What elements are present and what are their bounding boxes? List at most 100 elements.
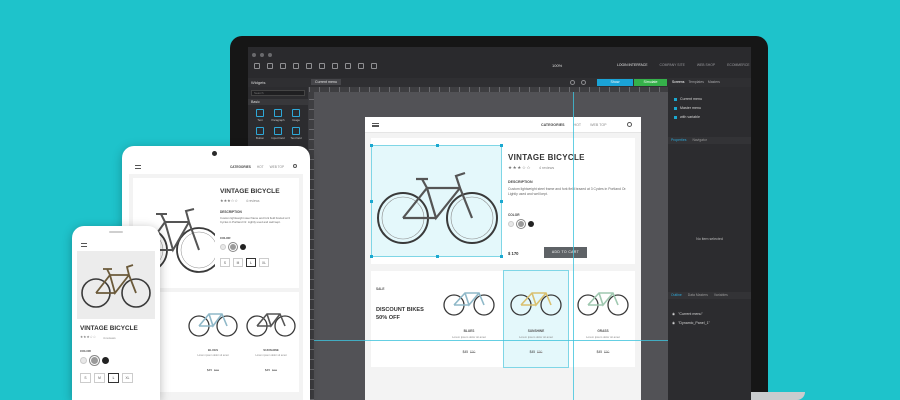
nav-categories[interactable]: CATEGORIES — [230, 165, 251, 169]
product-price: $45 $90 — [504, 350, 568, 354]
search-icon[interactable] — [570, 80, 575, 85]
search-icon[interactable] — [293, 164, 297, 168]
widget-text-field[interactable]: Text field — [287, 127, 305, 140]
selection-handle[interactable] — [500, 255, 503, 258]
nav-web-top[interactable]: WEB TOP — [270, 165, 285, 169]
color-swatch-grey[interactable] — [91, 357, 98, 364]
screen-item-with-variable[interactable]: with variable — [674, 115, 700, 119]
tab-properties[interactable]: Properties — [671, 137, 686, 144]
hamburger-icon[interactable] — [81, 243, 87, 247]
menu-company-site[interactable]: COMPANY SITE — [660, 63, 685, 67]
nav-hot[interactable]: HOT — [574, 123, 582, 127]
lock-icon[interactable] — [345, 63, 351, 69]
zoom-select[interactable]: 100% — [552, 63, 562, 68]
color-label: COLOR — [508, 213, 520, 217]
tab-current-menu[interactable]: Current menu — [311, 79, 341, 85]
outline-item[interactable]: ◉ "Current menu" — [672, 312, 703, 316]
hamburger-icon[interactable] — [135, 165, 141, 169]
link-icon[interactable] — [371, 63, 377, 69]
window-dot[interactable] — [252, 53, 256, 57]
widget-grid: Text Paragraph Image Button Input Field … — [251, 109, 305, 140]
tab-outline[interactable]: Outline — [671, 292, 682, 299]
screen-item-master-menu[interactable]: Master menu — [674, 106, 701, 110]
widget-image[interactable]: Image — [287, 109, 305, 122]
review-count[interactable]: 4 reviews — [539, 166, 554, 170]
simulate-button[interactable]: Simulate — [634, 79, 667, 86]
align-icon[interactable] — [319, 63, 325, 69]
hamburger-icon[interactable] — [372, 123, 379, 127]
copy-icon[interactable] — [293, 63, 299, 69]
screen-item-current-menu[interactable]: Current menu — [674, 97, 702, 101]
review-count[interactable]: 4 reviews — [246, 199, 259, 203]
size-l[interactable]: L — [108, 373, 119, 383]
size-xl[interactable]: XL — [122, 373, 133, 383]
widget-text[interactable]: Text — [251, 109, 269, 122]
window-dot[interactable] — [268, 53, 272, 57]
selection-handle[interactable] — [370, 144, 373, 147]
selection-handle[interactable] — [500, 144, 503, 147]
tab-masters[interactable]: Masters — [708, 80, 720, 84]
product-card-blues[interactable]: BLUES Lorem ipsum dolor sit amet $45 $90 — [437, 271, 501, 367]
selection-handle[interactable] — [500, 200, 503, 203]
button-icon — [256, 127, 264, 135]
size-m[interactable]: M — [233, 258, 243, 267]
undo-icon[interactable] — [254, 63, 260, 69]
redo-icon[interactable] — [267, 63, 273, 69]
selection-handle[interactable] — [370, 200, 373, 203]
size-s[interactable]: S — [80, 373, 91, 383]
review-count[interactable]: 4 reviews — [103, 336, 116, 340]
product-card-sunshine[interactable]: SUNSHINE Lorem ipsum dolor sit amet $45 $… — [503, 270, 569, 368]
widget-input-field[interactable]: Input Field — [269, 127, 287, 140]
widget-button[interactable]: Button — [251, 127, 269, 140]
product-card-grass[interactable]: GRASS Lorem ipsum dolor sit amet $45 $90 — [571, 271, 635, 367]
cut-icon[interactable] — [280, 63, 286, 69]
product-card-blues[interactable]: BLUES Lorem ipsum dolor sit amet $45 $90 — [185, 292, 241, 382]
product-card-sunshine[interactable]: SUNSHINE Lorem ipsum dolor sit amet $45 $… — [243, 292, 299, 382]
size-l[interactable]: L — [246, 258, 256, 267]
selection-handle[interactable] — [436, 144, 439, 147]
bicycle-image[interactable] — [77, 251, 155, 319]
nav-categories[interactable]: CATEGORIES — [541, 123, 565, 127]
widget-category[interactable]: Basic — [248, 99, 308, 105]
nav-web-top[interactable]: WEB TOP — [590, 123, 606, 127]
size-xl[interactable]: XL — [259, 258, 269, 267]
color-swatch-black[interactable] — [240, 244, 246, 250]
show-button[interactable]: Show — [597, 79, 633, 86]
bicycle-image[interactable] — [370, 144, 503, 258]
eye-icon[interactable]: ◉ — [672, 321, 675, 325]
comment-icon[interactable] — [581, 80, 586, 85]
widget-paragraph[interactable]: Paragraph — [269, 109, 287, 122]
color-swatch-light[interactable] — [220, 244, 226, 250]
color-swatch-black[interactable] — [102, 357, 109, 364]
color-swatch-grey[interactable] — [230, 244, 236, 250]
selection-handle[interactable] — [436, 255, 439, 258]
outline-item[interactable]: ◉ "Dynamic_Panel_1" — [672, 321, 710, 325]
paste-icon[interactable] — [306, 63, 312, 69]
tab-variables[interactable]: Variables — [714, 292, 728, 299]
eye-icon[interactable]: ◉ — [672, 312, 675, 316]
color-swatch-black[interactable] — [528, 221, 534, 227]
guide-line-horizontal[interactable] — [314, 340, 668, 341]
menu-web-shop[interactable]: WEB SHOP — [697, 63, 715, 67]
menu-login-interface[interactable]: LOGIN INTERFACE — [617, 63, 648, 67]
add-to-cart-button[interactable]: ADD TO CART — [544, 247, 587, 258]
nav-hot[interactable]: HOT — [257, 165, 264, 169]
color-swatch-light[interactable] — [80, 357, 87, 364]
group-icon[interactable] — [332, 63, 338, 69]
design-canvas[interactable]: CATEGORIES HOT WEB TOP VINTAGE BICYCLE ★… — [309, 87, 668, 400]
widget-search-input[interactable] — [251, 90, 305, 96]
color-swatch-grey[interactable] — [518, 221, 524, 227]
color-swatch-light[interactable] — [508, 221, 514, 227]
tab-navigator[interactable]: Navigator — [692, 137, 707, 144]
size-m[interactable]: M — [94, 373, 105, 383]
size-s[interactable]: S — [220, 258, 230, 267]
pen-icon[interactable] — [358, 63, 364, 69]
selection-handle[interactable] — [370, 255, 373, 258]
tab-screens[interactable]: Screens — [672, 80, 684, 84]
tab-templates[interactable]: Templates — [688, 80, 703, 84]
tab-data-masters[interactable]: Data Masters — [688, 292, 708, 299]
menu-ecommerce[interactable]: ECOMMERCE — [727, 63, 749, 67]
guide-line-vertical[interactable] — [573, 92, 574, 400]
search-icon[interactable] — [627, 122, 632, 127]
window-dot[interactable] — [260, 53, 264, 57]
